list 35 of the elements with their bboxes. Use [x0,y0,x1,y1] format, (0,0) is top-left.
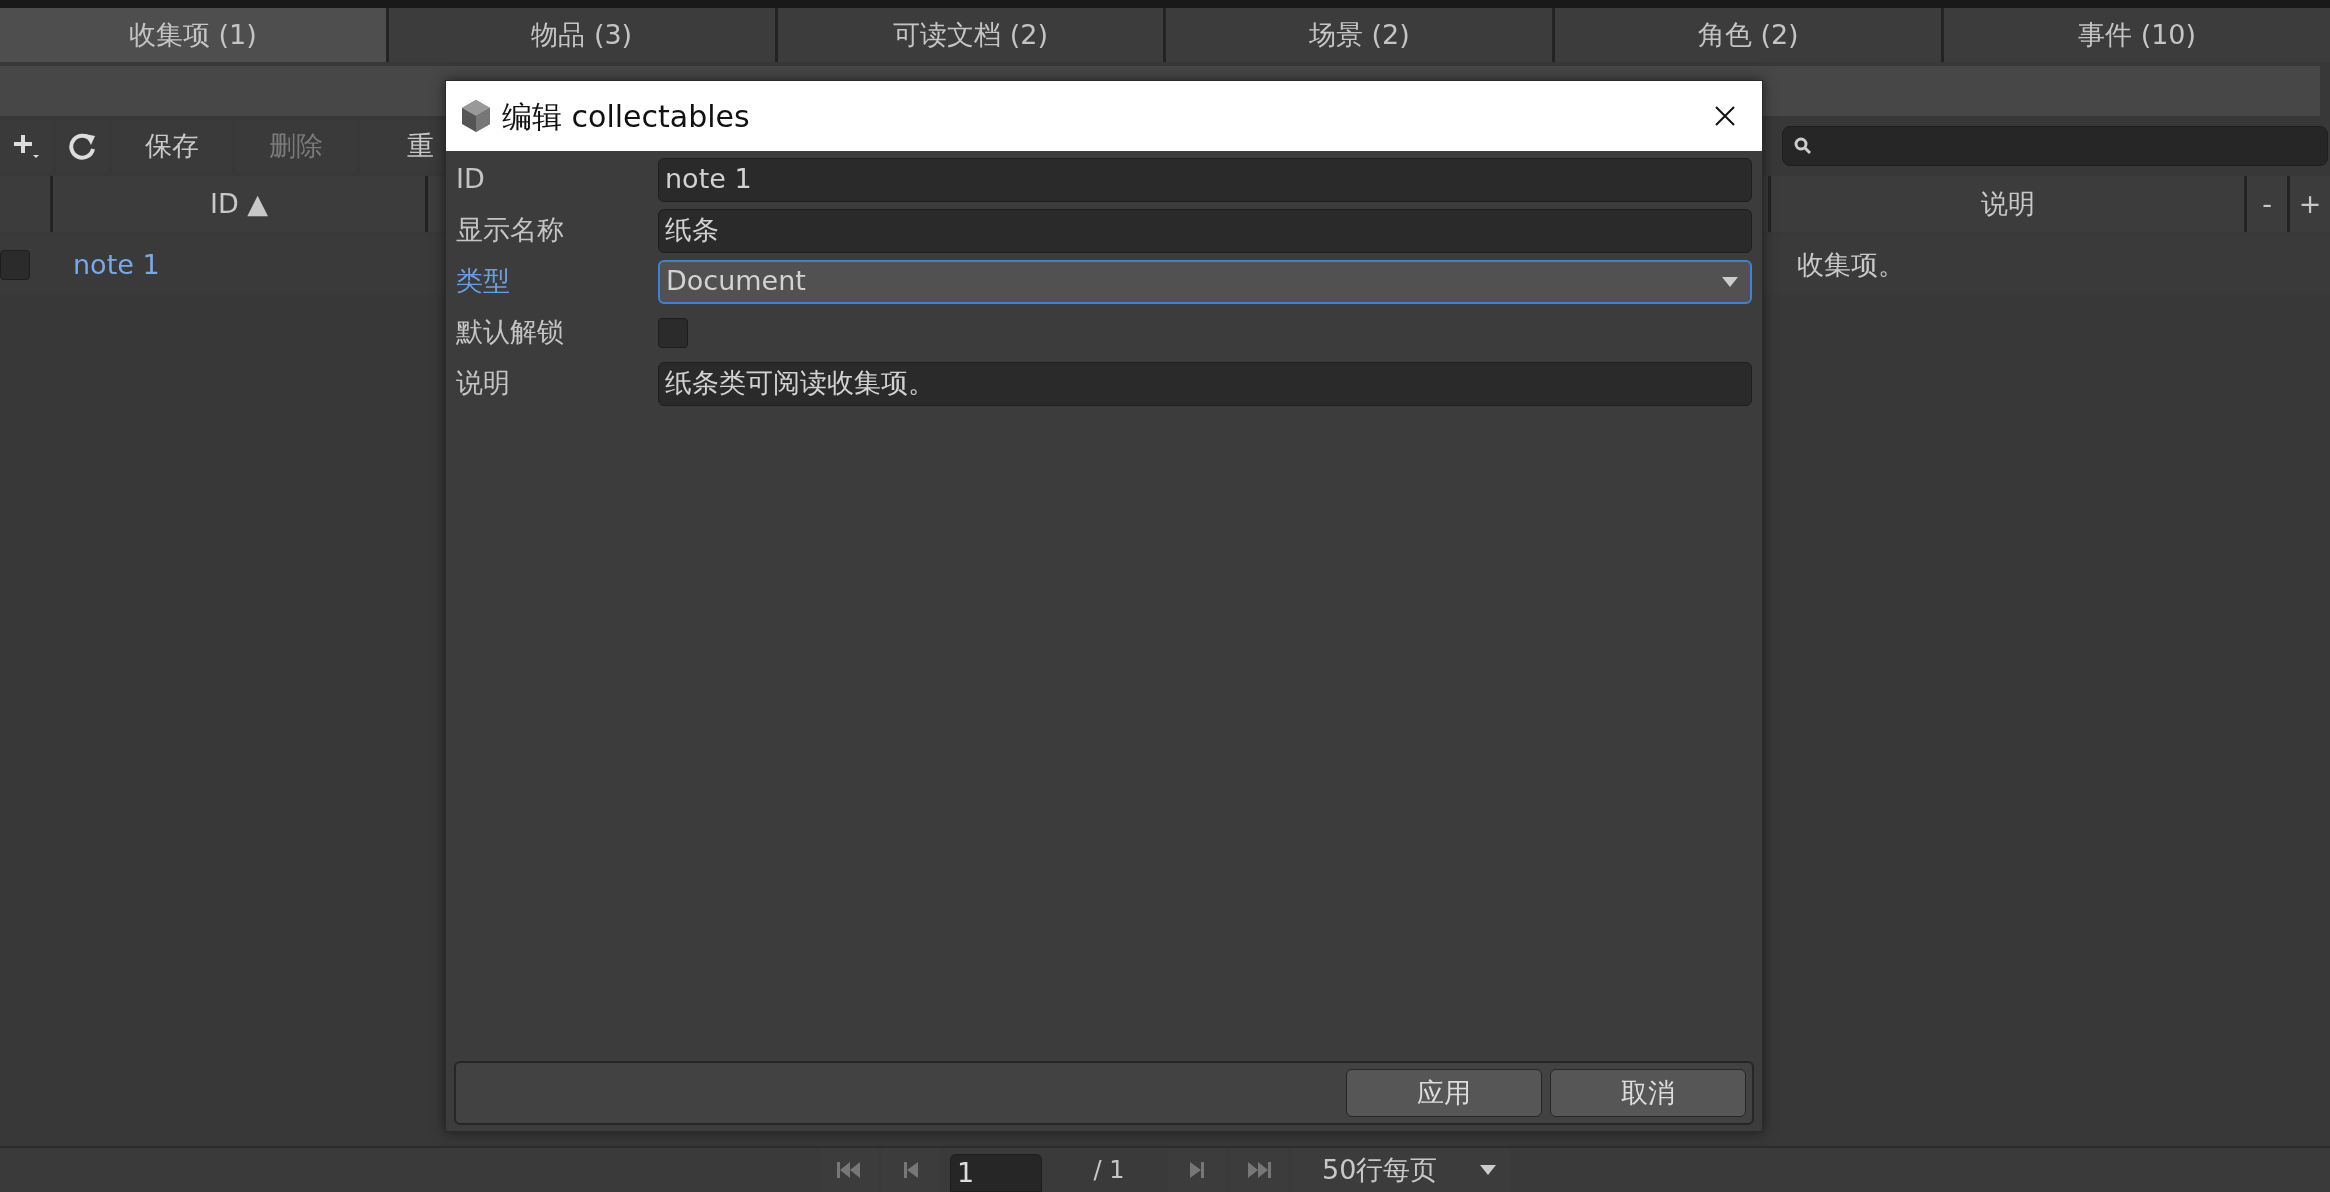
input-field[interactable]: 纸条 [658,208,1752,253]
field-label: 类型 [456,264,511,299]
tab[interactable]: 角色 (2) [1555,8,1942,62]
page-total: / 1 [1092,1155,1126,1186]
tab[interactable]: 收集项 (1) [0,8,386,62]
field-label: 显示名称 [456,213,565,248]
tab[interactable]: 物品 (3) [388,8,775,62]
input-field[interactable]: 纸条类可阅读收集项。 [658,361,1752,406]
dropdown[interactable]: Document [658,259,1752,304]
field-label: 说明 [456,366,511,401]
refresh-icon [67,131,97,161]
tab[interactable]: 场景 (2) [1166,8,1553,62]
tab[interactable]: 可读文档 (2) [777,8,1164,62]
tab[interactable]: 事件 (10) [1944,8,2330,62]
dialog-button[interactable]: 取消 [1550,1069,1746,1117]
caret-icon [1480,1165,1496,1175]
table-cell: 收集项。 [1797,248,1905,280]
id-link[interactable]: note 1 [73,244,160,286]
row-checkbox[interactable] [0,250,30,280]
input-field[interactable]: note 1 [658,157,1752,202]
field-label: 默认解锁 [456,315,565,350]
column-button[interactable]: - [2247,176,2287,232]
dialog-title: 编辑 collectables [502,97,750,136]
column-header[interactable]: 说明 [1771,176,2244,232]
page-field[interactable]: 1 [950,1154,1042,1192]
last-page-icon [1246,1160,1272,1180]
column-button[interactable]: + [2290,176,2330,232]
column-header[interactable]: ID ▲ [53,176,425,232]
dialog-button[interactable]: 应用 [1346,1069,1542,1117]
caret-icon [1722,276,1738,287]
search-icon [1793,136,1813,156]
first-page-icon [836,1160,862,1180]
checkbox[interactable] [658,317,688,348]
close-icon [1714,105,1736,127]
search-field[interactable] [1782,126,2328,166]
